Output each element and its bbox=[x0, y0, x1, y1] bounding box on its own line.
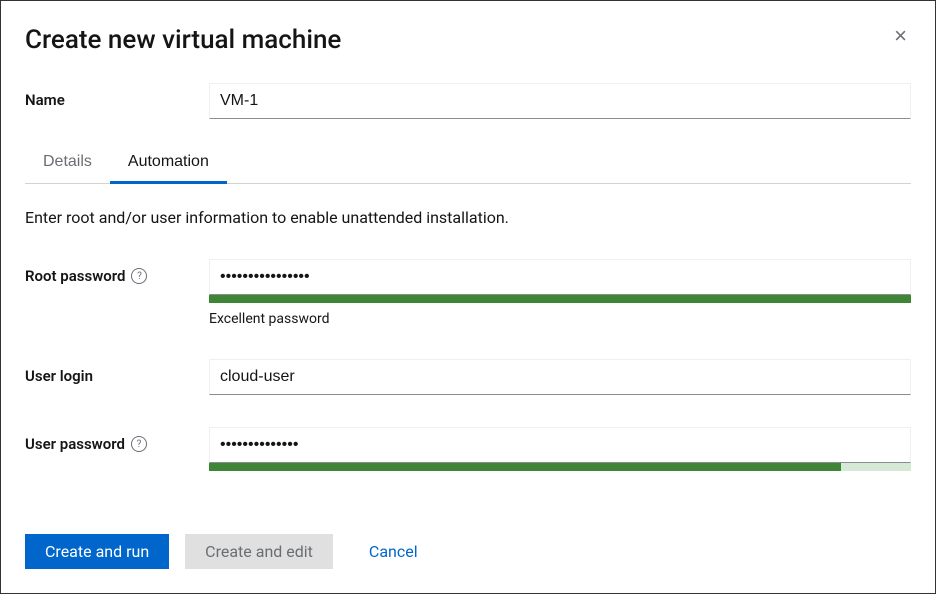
user-password-strength-bar bbox=[209, 463, 911, 471]
root-password-label-text: Root password bbox=[25, 267, 125, 285]
name-input[interactable] bbox=[209, 83, 911, 119]
help-icon[interactable]: ? bbox=[131, 436, 147, 452]
cancel-button[interactable]: Cancel bbox=[349, 534, 438, 569]
user-login-label: User login bbox=[25, 359, 209, 385]
tabs: Details Automation bbox=[25, 143, 911, 184]
root-password-strength-bar bbox=[209, 295, 911, 303]
create-and-run-button[interactable]: Create and run bbox=[25, 534, 169, 569]
close-icon: × bbox=[894, 23, 907, 48]
root-password-label: Root password ? bbox=[25, 259, 209, 285]
user-password-label: User password ? bbox=[25, 427, 209, 453]
tab-details[interactable]: Details bbox=[25, 143, 110, 184]
root-password-strength-fill bbox=[209, 295, 911, 303]
create-and-edit-button[interactable]: Create and edit bbox=[185, 534, 333, 569]
tab-automation[interactable]: Automation bbox=[110, 143, 227, 184]
name-label: Name bbox=[25, 83, 209, 109]
close-button[interactable]: × bbox=[890, 25, 911, 47]
automation-instruction: Enter root and/or user information to en… bbox=[25, 208, 911, 227]
root-password-strength-text: Excellent password bbox=[209, 311, 911, 327]
user-login-input[interactable] bbox=[209, 359, 911, 395]
root-password-input[interactable] bbox=[209, 259, 911, 295]
dialog-footer: Create and run Create and edit Cancel bbox=[25, 534, 438, 569]
user-password-label-text: User password bbox=[25, 435, 125, 453]
dialog-title: Create new virtual machine bbox=[25, 25, 341, 55]
help-icon[interactable]: ? bbox=[131, 268, 147, 284]
user-password-strength-fill bbox=[209, 463, 841, 471]
user-password-input[interactable] bbox=[209, 427, 911, 463]
